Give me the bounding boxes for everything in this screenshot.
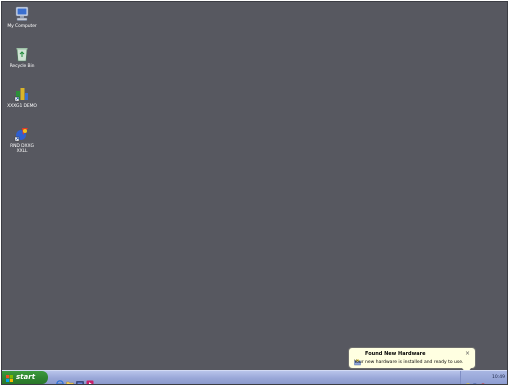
program-shortcut-icon (14, 86, 30, 102)
desktop-icon-label: Recycle Bin (9, 64, 35, 69)
my-computer-icon (14, 6, 30, 22)
desktop-icon-label: RND DXXG XXLL (10, 144, 34, 154)
notification-message: Your new hardware is installed and ready… (354, 360, 464, 365)
taskbar: start 10:49 (2, 370, 507, 384)
desktop-icon-label: My Computer (7, 24, 37, 29)
desktop: My Computer Recycle Bin XXXG1 DEMO RND D… (1, 1, 508, 385)
start-button[interactable]: start (2, 371, 48, 384)
clock[interactable]: 10:49 (492, 371, 505, 384)
folder-icon[interactable] (66, 373, 74, 384)
start-label: start (16, 373, 36, 381)
security-icon[interactable] (480, 374, 486, 384)
desktop-icon-recycle-bin[interactable]: Recycle Bin (2, 46, 42, 69)
desktop-icon-my-computer[interactable]: My Computer (2, 6, 42, 29)
system-tray: 10:49 (460, 371, 507, 384)
application-shortcut-icon (14, 126, 30, 142)
network-icon[interactable] (473, 374, 479, 384)
close-icon[interactable]: × (464, 350, 471, 357)
recycle-bin-icon (14, 46, 30, 62)
hardware-icon[interactable] (465, 374, 471, 384)
desktop-icon-label: XXXG1 DEMO (7, 104, 37, 109)
media-player-icon[interactable] (86, 373, 94, 384)
hardware-icon (354, 351, 361, 366)
show-desktop-icon[interactable] (76, 373, 84, 384)
desktop-icon-xxxg1-demo[interactable]: XXXG1 DEMO (2, 86, 42, 109)
internet-explorer-icon[interactable] (56, 373, 64, 384)
notification-title: Found New Hardware (365, 351, 426, 357)
found-new-hardware-notification[interactable]: Found New Hardware Your new hardware is … (348, 347, 476, 374)
windows-logo-icon (6, 374, 13, 382)
desktop-icon-rnd-dxxg-xxll[interactable]: RND DXXG XXLL (2, 126, 42, 154)
